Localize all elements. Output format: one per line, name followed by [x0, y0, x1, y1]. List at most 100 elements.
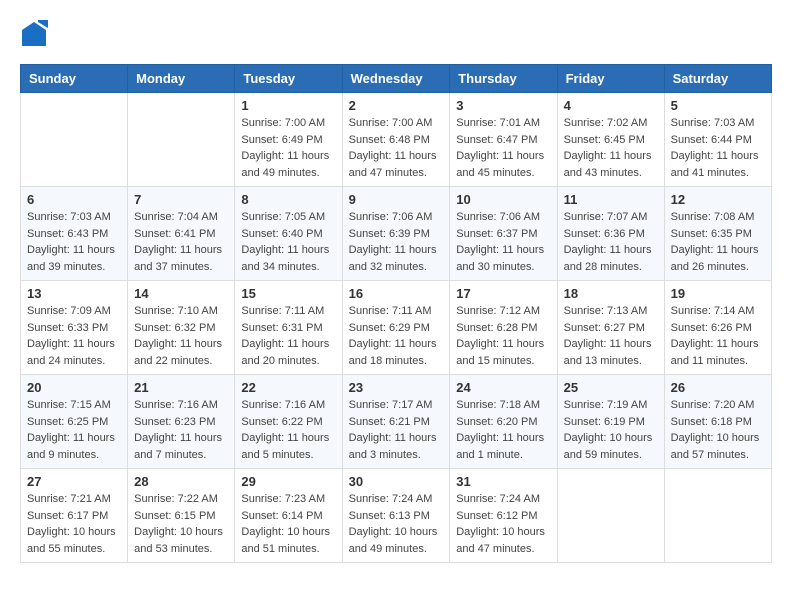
day-number: 4 — [564, 98, 658, 113]
day-number: 27 — [27, 474, 121, 489]
calendar-cell: 14Sunrise: 7:10 AM Sunset: 6:32 PM Dayli… — [128, 281, 235, 375]
calendar-cell: 3 Sunrise: 7:01 AM Sunset: 6:47 PM Daylig… — [450, 93, 557, 187]
calendar-cell: 22Sunrise: 7:16 AM Sunset: 6:22 PM Dayli… — [235, 375, 342, 469]
day-number: 1 — [241, 98, 335, 113]
week-row-1: 1 Sunrise: 7:00 AM Sunset: 6:49 PM Daylig… — [21, 93, 772, 187]
day-info: Sunrise: 7:11 AM Sunset: 6:29 PM Dayligh… — [349, 303, 444, 369]
day-number: 3 — [456, 98, 550, 113]
calendar-cell: 26 Sunrise: 7:20 AM Sunset: 6:18 PM Dayli… — [664, 375, 771, 469]
calendar-cell: 6Sunrise: 7:03 AM Sunset: 6:43 PM Daylig… — [21, 187, 128, 281]
calendar-cell: 9 Sunrise: 7:06 AM Sunset: 6:39 PM Daylig… — [342, 187, 450, 281]
day-number: 30 — [349, 474, 444, 489]
day-number: 25 — [564, 380, 658, 395]
day-info: Sunrise: 7:09 AM Sunset: 6:33 PM Dayligh… — [27, 303, 121, 369]
calendar-cell — [664, 469, 771, 563]
day-number: 16 — [349, 286, 444, 301]
calendar-cell: 5 Sunrise: 7:03 AM Sunset: 6:44 PM Daylig… — [664, 93, 771, 187]
day-info: Sunrise: 7:12 AM Sunset: 6:28 PM Dayligh… — [456, 303, 550, 369]
calendar-cell: 11Sunrise: 7:07 AM Sunset: 6:36 PM Dayli… — [557, 187, 664, 281]
day-info: Sunrise: 7:02 AM Sunset: 6:45 PM Dayligh… — [564, 115, 658, 181]
day-info: Sunrise: 7:24 AM Sunset: 6:13 PM Dayligh… — [349, 491, 444, 557]
calendar-cell: 13 Sunrise: 7:09 AM Sunset: 6:33 PM Dayli… — [21, 281, 128, 375]
day-info: Sunrise: 7:10 AM Sunset: 6:32 PM Dayligh… — [134, 303, 228, 369]
calendar-cell — [21, 93, 128, 187]
weekday-header-sunday: Sunday — [21, 65, 128, 93]
calendar-cell: 16 Sunrise: 7:11 AM Sunset: 6:29 PM Dayli… — [342, 281, 450, 375]
day-info: Sunrise: 7:19 AM Sunset: 6:19 PM Dayligh… — [564, 397, 658, 463]
day-info: Sunrise: 7:14 AM Sunset: 6:26 PM Dayligh… — [671, 303, 765, 369]
weekday-header-saturday: Saturday — [664, 65, 771, 93]
day-info: Sunrise: 7:22 AM Sunset: 6:15 PM Dayligh… — [134, 491, 228, 557]
calendar-cell: 12Sunrise: 7:08 AM Sunset: 6:35 PM Dayli… — [664, 187, 771, 281]
calendar-cell: 27 Sunrise: 7:21 AM Sunset: 6:17 PM Dayli… — [21, 469, 128, 563]
calendar-cell: 20 Sunrise: 7:15 AM Sunset: 6:25 PM Dayli… — [21, 375, 128, 469]
day-info: Sunrise: 7:16 AM Sunset: 6:23 PM Dayligh… — [134, 397, 228, 463]
day-number: 23 — [349, 380, 444, 395]
day-number: 26 — [671, 380, 765, 395]
day-info: Sunrise: 7:03 AM Sunset: 6:44 PM Dayligh… — [671, 115, 765, 181]
weekday-header-row: SundayMondayTuesdayWednesdayThursdayFrid… — [21, 65, 772, 93]
calendar-cell: 10 Sunrise: 7:06 AM Sunset: 6:37 PM Dayli… — [450, 187, 557, 281]
day-number: 24 — [456, 380, 550, 395]
day-info: Sunrise: 7:13 AM Sunset: 6:27 PM Dayligh… — [564, 303, 658, 369]
calendar-cell: 4 Sunrise: 7:02 AM Sunset: 6:45 PM Daylig… — [557, 93, 664, 187]
calendar-cell: 8 Sunrise: 7:05 AM Sunset: 6:40 PM Daylig… — [235, 187, 342, 281]
week-row-2: 6Sunrise: 7:03 AM Sunset: 6:43 PM Daylig… — [21, 187, 772, 281]
day-info: Sunrise: 7:18 AM Sunset: 6:20 PM Dayligh… — [456, 397, 550, 463]
calendar-cell: 1 Sunrise: 7:00 AM Sunset: 6:49 PM Daylig… — [235, 93, 342, 187]
weekday-header-thursday: Thursday — [450, 65, 557, 93]
week-row-5: 27 Sunrise: 7:21 AM Sunset: 6:17 PM Dayli… — [21, 469, 772, 563]
calendar-cell: 18 Sunrise: 7:13 AM Sunset: 6:27 PM Dayli… — [557, 281, 664, 375]
day-info: Sunrise: 7:04 AM Sunset: 6:41 PM Dayligh… — [134, 209, 228, 275]
weekday-header-tuesday: Tuesday — [235, 65, 342, 93]
day-info: Sunrise: 7:06 AM Sunset: 6:37 PM Dayligh… — [456, 209, 550, 275]
day-number: 8 — [241, 192, 335, 207]
day-number: 10 — [456, 192, 550, 207]
logo — [20, 20, 52, 48]
weekday-header-wednesday: Wednesday — [342, 65, 450, 93]
day-number: 20 — [27, 380, 121, 395]
day-number: 5 — [671, 98, 765, 113]
calendar-cell: 7 Sunrise: 7:04 AM Sunset: 6:41 PM Daylig… — [128, 187, 235, 281]
day-number: 17 — [456, 286, 550, 301]
day-info: Sunrise: 7:05 AM Sunset: 6:40 PM Dayligh… — [241, 209, 335, 275]
day-number: 9 — [349, 192, 444, 207]
day-info: Sunrise: 7:11 AM Sunset: 6:31 PM Dayligh… — [241, 303, 335, 369]
day-number: 31 — [456, 474, 550, 489]
calendar-cell: 17 Sunrise: 7:12 AM Sunset: 6:28 PM Dayli… — [450, 281, 557, 375]
calendar-cell: 28 Sunrise: 7:22 AM Sunset: 6:15 PM Dayli… — [128, 469, 235, 563]
day-info: Sunrise: 7:00 AM Sunset: 6:49 PM Dayligh… — [241, 115, 335, 181]
day-number: 6 — [27, 192, 121, 207]
calendar-cell: 23 Sunrise: 7:17 AM Sunset: 6:21 PM Dayli… — [342, 375, 450, 469]
day-number: 2 — [349, 98, 444, 113]
day-number: 12 — [671, 192, 765, 207]
day-info: Sunrise: 7:06 AM Sunset: 6:39 PM Dayligh… — [349, 209, 444, 275]
calendar-cell: 25 Sunrise: 7:19 AM Sunset: 6:19 PM Dayli… — [557, 375, 664, 469]
day-number: 21 — [134, 380, 228, 395]
day-info: Sunrise: 7:21 AM Sunset: 6:17 PM Dayligh… — [27, 491, 121, 557]
weekday-header-friday: Friday — [557, 65, 664, 93]
day-number: 11 — [564, 192, 658, 207]
calendar-cell: 31Sunrise: 7:24 AM Sunset: 6:12 PM Dayli… — [450, 469, 557, 563]
week-row-3: 13 Sunrise: 7:09 AM Sunset: 6:33 PM Dayli… — [21, 281, 772, 375]
calendar-cell: 21 Sunrise: 7:16 AM Sunset: 6:23 PM Dayli… — [128, 375, 235, 469]
logo-icon — [20, 20, 48, 48]
day-number: 28 — [134, 474, 228, 489]
day-number: 7 — [134, 192, 228, 207]
day-number: 13 — [27, 286, 121, 301]
day-number: 18 — [564, 286, 658, 301]
calendar-cell: 15 Sunrise: 7:11 AM Sunset: 6:31 PM Dayli… — [235, 281, 342, 375]
day-info: Sunrise: 7:01 AM Sunset: 6:47 PM Dayligh… — [456, 115, 550, 181]
calendar-cell — [128, 93, 235, 187]
day-info: Sunrise: 7:20 AM Sunset: 6:18 PM Dayligh… — [671, 397, 765, 463]
day-number: 19 — [671, 286, 765, 301]
calendar-cell: 2Sunrise: 7:00 AM Sunset: 6:48 PM Daylig… — [342, 93, 450, 187]
day-info: Sunrise: 7:15 AM Sunset: 6:25 PM Dayligh… — [27, 397, 121, 463]
calendar-cell: 24 Sunrise: 7:18 AM Sunset: 6:20 PM Dayli… — [450, 375, 557, 469]
day-info: Sunrise: 7:17 AM Sunset: 6:21 PM Dayligh… — [349, 397, 444, 463]
header — [20, 20, 772, 48]
day-number: 15 — [241, 286, 335, 301]
calendar-cell: 30 Sunrise: 7:24 AM Sunset: 6:13 PM Dayli… — [342, 469, 450, 563]
calendar: SundayMondayTuesdayWednesdayThursdayFrid… — [20, 64, 772, 563]
calendar-cell: 29Sunrise: 7:23 AM Sunset: 6:14 PM Dayli… — [235, 469, 342, 563]
